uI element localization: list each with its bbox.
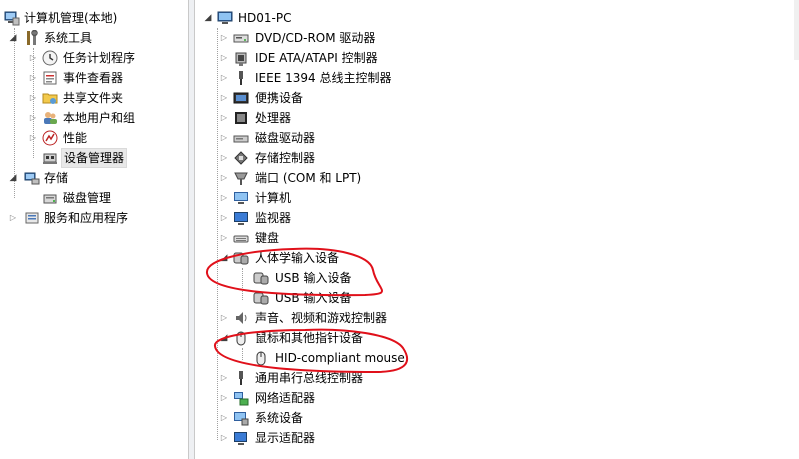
- mouse-icon: [253, 350, 269, 366]
- tree-label: 事件查看器: [63, 71, 124, 85]
- port-icon: [233, 170, 249, 186]
- tree-label: 共享文件夹: [63, 91, 124, 105]
- network-adapter-icon: [233, 390, 249, 406]
- tree-line: [242, 268, 243, 300]
- tree-label: 本地用户和组: [63, 111, 136, 125]
- tree-label: 鼠标和其他指针设备: [255, 331, 364, 345]
- tools-icon: [24, 30, 40, 46]
- event-viewer-icon: [42, 70, 58, 86]
- tree-label: HID-compliant mouse: [275, 351, 405, 365]
- hid-icon: [233, 250, 249, 266]
- expand-arrow-icon[interactable]: ▷: [28, 128, 38, 148]
- tree-label: 处理器: [255, 111, 292, 125]
- tree-label: 便携设备: [255, 91, 304, 105]
- tree-label: 系统设备: [255, 411, 304, 425]
- speaker-icon: [233, 310, 249, 326]
- console-tree-pane: 计算机管理(本地) ◢ 系统工具 ▷ 任务计划程序 ▷ 事件查看器 ▷ 共享文件…: [0, 0, 189, 459]
- tree-label: 性能: [63, 131, 88, 145]
- disk-management-icon: [42, 190, 58, 206]
- processor-icon: [233, 110, 249, 126]
- tree-label: IEEE 1394 总线主控制器: [255, 71, 392, 85]
- computer-management-icon: [4, 10, 20, 26]
- expand-arrow-icon[interactable]: ▷: [219, 128, 229, 148]
- collapse-arrow-icon[interactable]: ◢: [8, 28, 18, 48]
- device-tree-pane: ◢ HD01-PC ▷ DVD/CD-ROM 驱动器 ▷ IDE ATA/ATA…: [195, 0, 799, 459]
- expand-arrow-icon[interactable]: ▷: [219, 408, 229, 428]
- tree-label: 监视器: [255, 211, 292, 225]
- expand-arrow-icon[interactable]: ▷: [219, 428, 229, 448]
- collapse-arrow-icon[interactable]: ◢: [203, 8, 213, 28]
- tree-label: 设备管理器: [61, 148, 128, 168]
- device-manager-icon: [42, 150, 58, 166]
- expand-arrow-icon[interactable]: ▷: [28, 48, 38, 68]
- usb-icon: [233, 370, 249, 386]
- expand-arrow-icon[interactable]: ▷: [219, 148, 229, 168]
- expand-arrow-icon[interactable]: ▷: [219, 228, 229, 248]
- dvd-drive-icon: [233, 30, 249, 46]
- tree-label: 声音、视频和游戏控制器: [255, 311, 388, 325]
- tree-label: 计算机管理(本地): [24, 11, 118, 25]
- expand-arrow-icon[interactable]: ▷: [219, 168, 229, 188]
- expand-arrow-icon[interactable]: ▷: [28, 108, 38, 128]
- disk-drive-icon: [233, 130, 249, 146]
- expand-arrow-icon[interactable]: ▷: [219, 368, 229, 388]
- shared-folder-icon: [42, 90, 58, 106]
- hid-device-icon: [253, 290, 269, 306]
- collapse-arrow-icon[interactable]: ◢: [219, 328, 229, 348]
- collapse-arrow-icon[interactable]: ◢: [8, 168, 18, 188]
- tree-label: 人体学输入设备: [255, 251, 340, 265]
- tree-label: 网络适配器: [255, 391, 316, 405]
- expand-arrow-icon[interactable]: ▷: [219, 108, 229, 128]
- collapse-arrow-icon[interactable]: ◢: [219, 248, 229, 268]
- keyboard-icon: [233, 230, 249, 246]
- tree-label: HD01-PC: [238, 11, 292, 25]
- expand-arrow-icon[interactable]: ▷: [219, 88, 229, 108]
- tree-label: 系统工具: [44, 31, 93, 45]
- tree-line: [217, 28, 218, 440]
- tree-label: USB 输入设备: [275, 291, 352, 305]
- expand-arrow-icon[interactable]: ▷: [219, 388, 229, 408]
- monitor-icon: [233, 210, 249, 226]
- tree-label: 显示适配器: [255, 431, 316, 445]
- clock-icon: [42, 50, 58, 66]
- computer-icon: [217, 10, 233, 26]
- expand-arrow-icon[interactable]: ▷: [219, 28, 229, 48]
- ieee1394-icon: [233, 70, 249, 86]
- users-icon: [42, 110, 58, 126]
- tree-line: [242, 348, 243, 360]
- performance-icon: [42, 130, 58, 146]
- tree-label: IDE ATA/ATAPI 控制器: [255, 51, 378, 65]
- scrollbar-edge[interactable]: [794, 0, 799, 60]
- tree-label: 服务和应用程序: [44, 211, 129, 225]
- tree-label: 计算机: [255, 191, 292, 205]
- tree-label: 端口 (COM 和 LPT): [255, 171, 362, 185]
- expand-arrow-icon[interactable]: ▷: [219, 48, 229, 68]
- expand-arrow-icon[interactable]: ▷: [219, 188, 229, 208]
- expand-arrow-icon[interactable]: ▷: [28, 68, 38, 88]
- tree-label: 磁盘管理: [63, 191, 112, 205]
- tree-label: 任务计划程序: [63, 51, 136, 65]
- portable-device-icon: [233, 90, 249, 106]
- hid-device-icon: [253, 270, 269, 286]
- tree-label: USB 输入设备: [275, 271, 352, 285]
- expand-arrow-icon[interactable]: ▷: [219, 208, 229, 228]
- storage-icon: [24, 170, 40, 186]
- expand-arrow-icon[interactable]: ▷: [8, 208, 18, 228]
- expand-arrow-icon[interactable]: ▷: [219, 68, 229, 88]
- computer-icon: [233, 190, 249, 206]
- services-icon: [24, 210, 40, 226]
- tree-label: 通用串行总线控制器: [255, 371, 364, 385]
- tree-label: 存储控制器: [255, 151, 316, 165]
- tree-label: DVD/CD-ROM 驱动器: [255, 31, 376, 45]
- tree-label: 磁盘驱动器: [255, 131, 316, 145]
- system-device-icon: [233, 410, 249, 426]
- tree-label: 存储: [44, 171, 69, 185]
- ide-controller-icon: [233, 50, 249, 66]
- mouse-icon: [233, 330, 249, 346]
- tree-label: 键盘: [255, 231, 280, 245]
- expand-arrow-icon[interactable]: ▷: [28, 88, 38, 108]
- expand-arrow-icon[interactable]: ▷: [219, 308, 229, 328]
- display-adapter-icon: [233, 430, 249, 446]
- storage-controller-icon: [233, 150, 249, 166]
